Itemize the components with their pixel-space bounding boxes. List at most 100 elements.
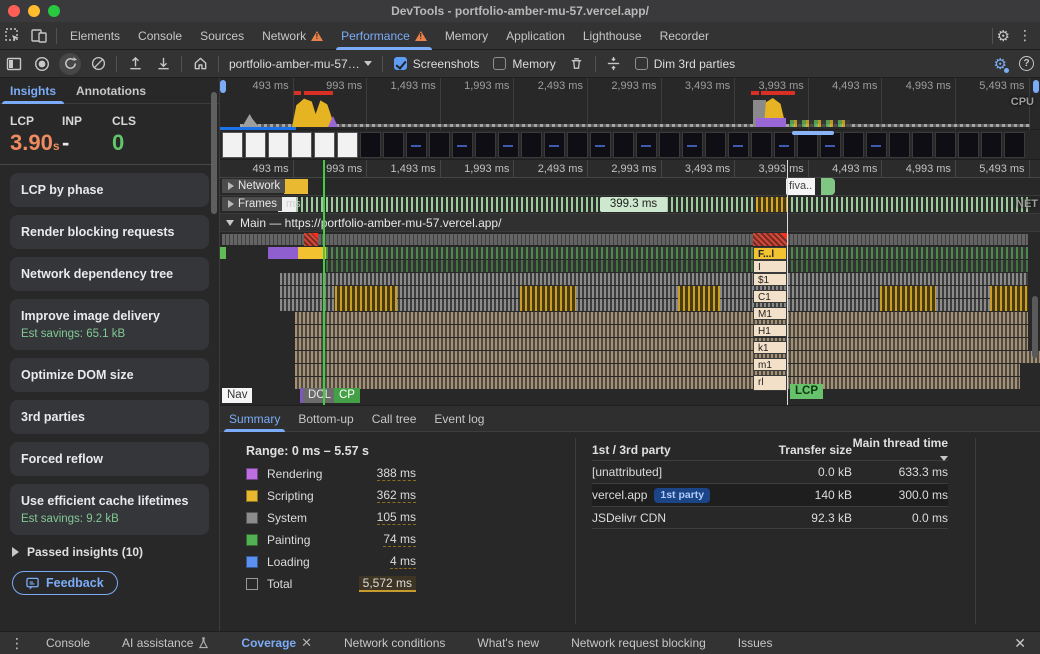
screenshot-frame[interactable] <box>889 132 910 158</box>
tab-sources[interactable]: Sources <box>191 22 253 50</box>
screenshots-checkbox[interactable]: Screenshots <box>394 57 480 71</box>
drawer-tab-ai-assistance[interactable]: AI assistance <box>122 636 209 650</box>
memory-checkbox[interactable]: Memory <box>493 57 555 71</box>
screenshot-frame[interactable] <box>567 132 588 158</box>
screenshot-frame[interactable] <box>268 132 289 158</box>
screenshot-frame[interactable] <box>659 132 680 158</box>
main-track-header[interactable]: Main — https://portfolio-amber-mu-57.ver… <box>220 214 1040 232</box>
insight-network-dependency[interactable]: Network dependency tree <box>10 257 209 291</box>
selection-handle-left[interactable] <box>220 80 226 93</box>
frame-duration-chip[interactable]: 399.3 ms <box>600 197 667 212</box>
stack-frame-label[interactable]: M1 <box>753 307 787 320</box>
stack-frame-label[interactable]: H1 <box>753 324 787 337</box>
drawer-tab-console[interactable]: Console <box>46 636 90 650</box>
screenshot-frame[interactable] <box>383 132 404 158</box>
screenshot-frame[interactable] <box>498 132 519 158</box>
stack-frame-label[interactable]: rl <box>753 375 787 391</box>
main-flame-chart[interactable]: F...l I $1 C1 M1 H1 k1 m1 rl Nav DCL CP … <box>220 232 1040 405</box>
tab-lighthouse[interactable]: Lighthouse <box>574 22 651 50</box>
screenshot-frame[interactable] <box>222 132 243 158</box>
screenshot-frame[interactable] <box>728 132 749 158</box>
insight-cache-lifetimes[interactable]: Use efficient cache lifetimesEst savings… <box>10 484 209 535</box>
screenshot-frame[interactable] <box>613 132 634 158</box>
flame-scrollbar[interactable] <box>1032 296 1038 358</box>
frames-track[interactable]: 399.3 ms Frames ms <box>220 196 1040 214</box>
screenshot-frame[interactable] <box>291 132 312 158</box>
screenshots-filmstrip[interactable] <box>220 130 1040 160</box>
tab-elements[interactable]: Elements <box>61 22 129 50</box>
screenshot-frame[interactable] <box>337 132 358 158</box>
drawer-tab-coverage[interactable]: Coverage✕ <box>241 635 312 651</box>
screenshot-frame[interactable] <box>705 132 726 158</box>
screenshot-frame[interactable] <box>245 132 266 158</box>
selection-handle-right[interactable] <box>1033 80 1039 93</box>
drawer-tab-network-conditions[interactable]: Network conditions <box>344 636 445 650</box>
table-row[interactable]: JSDelivr CDN 92.3 kB 0.0 ms <box>592 506 948 529</box>
tab-summary[interactable]: Summary <box>220 406 289 432</box>
nav-marker[interactable]: Nav <box>222 388 252 403</box>
network-request-badge[interactable]: fiva.. <box>786 178 815 195</box>
insight-forced-reflow[interactable]: Forced reflow <box>10 442 209 476</box>
download-profile-icon[interactable] <box>152 53 174 75</box>
screenshot-frame[interactable] <box>797 132 818 158</box>
screenshot-frame[interactable] <box>958 132 979 158</box>
screenshot-frame[interactable] <box>452 132 473 158</box>
insight-dom-size[interactable]: Optimize DOM size <box>10 358 209 392</box>
collapse-tracks-icon[interactable] <box>603 53 625 75</box>
drawer-more-icon[interactable]: ⋮ <box>0 635 30 652</box>
network-track-label[interactable]: Network <box>222 179 285 193</box>
network-track[interactable]: Network fiva.. <box>220 178 1040 196</box>
frames-track-label[interactable]: Frames <box>222 197 282 211</box>
screenshot-frame[interactable] <box>912 132 933 158</box>
stack-frame-label[interactable]: I <box>753 260 787 273</box>
screenshot-frame[interactable] <box>1004 132 1025 158</box>
tab-event-log[interactable]: Event log <box>425 406 493 432</box>
tab-application[interactable]: Application <box>497 22 574 50</box>
passed-insights-toggle[interactable]: Passed insights (10) <box>12 545 209 559</box>
screenshot-frame[interactable] <box>774 132 795 158</box>
collect-garbage-icon[interactable] <box>566 53 588 75</box>
tab-performance[interactable]: Performance <box>332 22 436 50</box>
sidebar-scrollbar[interactable] <box>211 92 217 214</box>
tab-network[interactable]: Network <box>253 22 332 50</box>
insight-render-blocking[interactable]: Render blocking requests <box>10 215 209 249</box>
stack-frame-label[interactable]: k1 <box>753 341 787 354</box>
drawer-tab-request-blocking[interactable]: Network request blocking <box>571 636 706 650</box>
tab-call-tree[interactable]: Call tree <box>363 406 426 432</box>
toggle-sidebar-icon[interactable] <box>3 53 25 75</box>
stack-frame-label[interactable]: $1 <box>753 273 787 286</box>
table-scrollbar-gutter[interactable] <box>962 438 976 624</box>
capture-settings-gear-icon[interactable]: ⚙ <box>994 55 1007 73</box>
screenshot-frame[interactable] <box>314 132 335 158</box>
screenshot-frame[interactable] <box>981 132 1002 158</box>
device-toolbar-icon[interactable] <box>30 27 48 45</box>
insight-lcp-by-phase[interactable]: LCP by phase <box>10 173 209 207</box>
drawer-tab-issues[interactable]: Issues <box>738 636 773 650</box>
screenshot-frame[interactable] <box>475 132 496 158</box>
lcp-marker[interactable]: LCP <box>790 384 823 399</box>
screenshot-frame[interactable] <box>544 132 565 158</box>
screenshot-frame[interactable] <box>360 132 381 158</box>
screenshot-frame[interactable] <box>590 132 611 158</box>
screenshot-frame[interactable] <box>843 132 864 158</box>
stack-frame-label[interactable]: F...l <box>753 247 787 260</box>
inspect-element-icon[interactable] <box>4 27 22 45</box>
tab-annotations[interactable]: Annotations <box>66 78 156 104</box>
close-coverage-icon[interactable]: ✕ <box>301 635 312 651</box>
reload-record-button[interactable] <box>59 53 81 75</box>
stack-frame-label[interactable]: m1 <box>753 358 787 371</box>
dim-3rd-parties-checkbox[interactable]: Dim 3rd parties <box>635 57 735 71</box>
screenshot-frame[interactable] <box>636 132 657 158</box>
insight-3rd-parties[interactable]: 3rd parties <box>10 400 209 434</box>
screenshot-frame[interactable] <box>521 132 542 158</box>
feedback-button[interactable]: Feedback <box>12 571 118 595</box>
screenshot-frame[interactable] <box>429 132 450 158</box>
dcl-marker[interactable]: DCL <box>300 388 336 403</box>
screenshot-frame[interactable] <box>751 132 772 158</box>
clear-record-icon[interactable] <box>87 53 109 75</box>
timeline-overview[interactable]: 493 ms993 ms1,493 ms1,993 ms2,493 ms2,99… <box>220 78 1040 130</box>
more-options-icon[interactable]: ⋮ <box>1010 27 1040 44</box>
screenshot-frame[interactable] <box>935 132 956 158</box>
home-icon[interactable] <box>189 53 211 75</box>
tab-console[interactable]: Console <box>129 22 191 50</box>
